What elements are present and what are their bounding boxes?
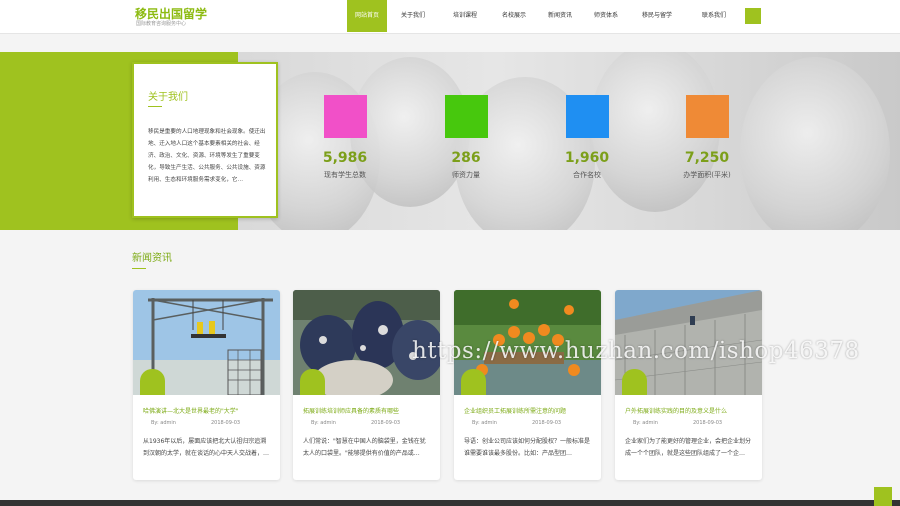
news-card-desc: 导语：创业公司应该如何分配股权？一般标准是谁需要谁该最多股份。比如：产品型团…	[464, 438, 591, 457]
news-divider	[132, 268, 146, 269]
news-card[interactable]: 户外拓展训练实践的目的及意义是什么 By: admin 2018-09-03 企…	[615, 290, 762, 480]
news-card[interactable]: 拓展训练培训师应具备的素质有哪些 By: admin 2018-09-03 人们…	[293, 290, 440, 480]
news-card-title[interactable]: 哈佛演讲—北大是世界最老的"大学"	[143, 406, 273, 415]
nav-item-contact[interactable]: 联系我们	[685, 0, 743, 32]
about-card: 关于我们 移民是重要的人口地理现象和社会现象。使迁出地、迁入地人口这个基本要素相…	[132, 62, 278, 218]
stat-value: 1,960	[564, 150, 610, 166]
news-card-title[interactable]: 户外拓展训练实践的目的及意义是什么	[625, 406, 755, 415]
logo-subtitle: 国际教育咨询服务中心	[136, 21, 187, 27]
stat-value: 286	[451, 150, 481, 166]
stat-students: 5,986 现有学生总数	[305, 95, 385, 180]
news-card-date: 2018-09-03	[211, 420, 241, 426]
site-header: 移民出国留学 国际教育咨询服务中心 网站首页 关于我们 培训课程 名校展示 新闻…	[0, 0, 900, 34]
card-tab	[300, 369, 325, 395]
about-title[interactable]: 关于我们	[148, 88, 188, 103]
card-tab	[622, 369, 647, 395]
stat-value: 5,986	[322, 150, 368, 166]
news-card[interactable]: 哈佛演讲—北大是世界最老的"大学" By: admin 2018-09-03 从…	[133, 290, 280, 480]
card-tab	[461, 369, 486, 395]
schools-icon	[565, 95, 609, 138]
card-tab	[140, 369, 165, 395]
news-card-desc: 从1936年以后，屡面应该把北大认祖归宗追溯到汉朝的太学，就在谈话的心中天人交战…	[143, 438, 270, 457]
hero-photo-person	[740, 57, 890, 230]
news-section-title: 新闻资讯	[132, 253, 172, 264]
menu-button[interactable]	[745, 8, 761, 24]
watermark-text: https://www.huzhan.com/ishop46378	[412, 338, 860, 364]
news-card-date: 2018-09-03	[693, 420, 723, 426]
stat-label: 办学面积(平米)	[683, 171, 731, 179]
nav-item-about[interactable]: 关于我们	[387, 0, 439, 32]
area-icon	[685, 95, 729, 138]
back-to-top-button[interactable]	[874, 487, 892, 506]
nav-item-immigration[interactable]: 移民与留学	[629, 0, 685, 32]
news-card-author: By: admin	[633, 420, 658, 426]
stat-schools: 1,960 合作名校	[547, 95, 627, 180]
news-card-title[interactable]: 拓展训练培训师应具备的素质有哪些	[303, 406, 433, 415]
main-nav: 网站首页 关于我们 培训课程 名校展示 新闻资讯 师资体系 移民与留学 联系我们	[347, 0, 743, 32]
nav-item-home[interactable]: 网站首页	[347, 0, 387, 32]
nav-item-courses[interactable]: 培训课程	[439, 0, 491, 32]
news-card-date: 2018-09-03	[532, 420, 562, 426]
news-card-date: 2018-09-03	[371, 420, 401, 426]
nav-item-teachers[interactable]: 师资体系	[583, 0, 629, 32]
news-card-author: By: admin	[472, 420, 497, 426]
teachers-icon	[444, 95, 488, 138]
news-card[interactable]: 企业组织员工拓展训练所需注意的问题 By: admin 2018-09-03 导…	[454, 290, 601, 480]
news-card-author: By: admin	[311, 420, 336, 426]
news-card-desc: 企业家们为了能更好的管理企业，会把企业划分成一个个团队，就是这些团队组成了一个企…	[625, 438, 752, 457]
news-card-desc: 人们常说："智慧在中国人的脑袋里，金钱在犹太人的口袋里。"能够提供有价值的产品或…	[303, 438, 426, 457]
students-icon	[323, 95, 367, 138]
nav-item-schools[interactable]: 名校展示	[491, 0, 537, 32]
stat-label: 合作名校	[573, 171, 601, 179]
footer-bar	[0, 500, 900, 506]
stat-area: 7,250 办学面积(平米)	[667, 95, 747, 180]
news-card-author: By: admin	[151, 420, 176, 426]
stat-label: 师资力量	[452, 171, 480, 179]
about-divider	[148, 106, 162, 107]
about-text: 移民是重要的人口地理现象和社会现象。使迁出地、迁入地人口这个基本要素相关的社会、…	[148, 129, 266, 183]
stat-teachers: 286 师资力量	[426, 95, 506, 180]
stat-value: 7,250	[684, 150, 730, 166]
stat-label: 现有学生总数	[324, 171, 366, 179]
nav-item-news[interactable]: 新闻资讯	[537, 0, 583, 32]
news-card-title[interactable]: 企业组织员工拓展训练所需注意的问题	[464, 406, 594, 415]
news-image-climbing-tower[interactable]	[133, 290, 280, 395]
